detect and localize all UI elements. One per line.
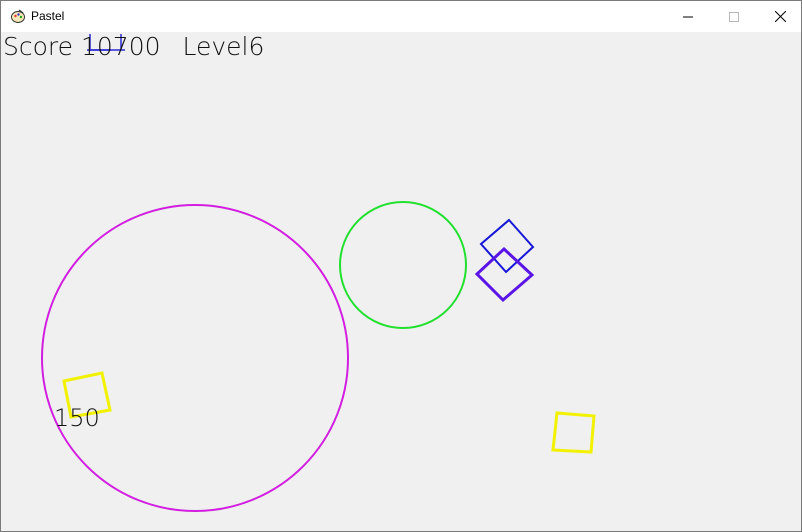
green-circle <box>339 201 467 329</box>
minimize-icon <box>683 16 693 17</box>
maximize-icon <box>729 11 739 22</box>
big-magenta-circle <box>41 204 349 512</box>
hud: Score 10700 Level6 <box>3 32 264 61</box>
game-window: Pastel Score 10700 Level6 150 <box>0 0 802 532</box>
yellow-square-right <box>551 411 596 454</box>
title-bar[interactable]: Pastel <box>1 1 801 32</box>
floating-points: 150 <box>54 404 100 432</box>
close-button[interactable] <box>757 1 802 32</box>
score-label: Score <box>3 32 74 61</box>
minimize-button[interactable] <box>665 1 711 32</box>
window-title: Pastel <box>31 9 65 23</box>
level-label: Level <box>182 32 249 61</box>
game-scene <box>41 34 596 512</box>
maximize-button[interactable] <box>711 1 757 32</box>
close-icon <box>774 11 786 22</box>
pastel-app-icon <box>11 9 25 23</box>
game-canvas[interactable]: Score 10700 Level6 150 <box>1 32 801 531</box>
score-value: 10700 <box>80 32 161 61</box>
level-value: 6 <box>248 32 265 61</box>
